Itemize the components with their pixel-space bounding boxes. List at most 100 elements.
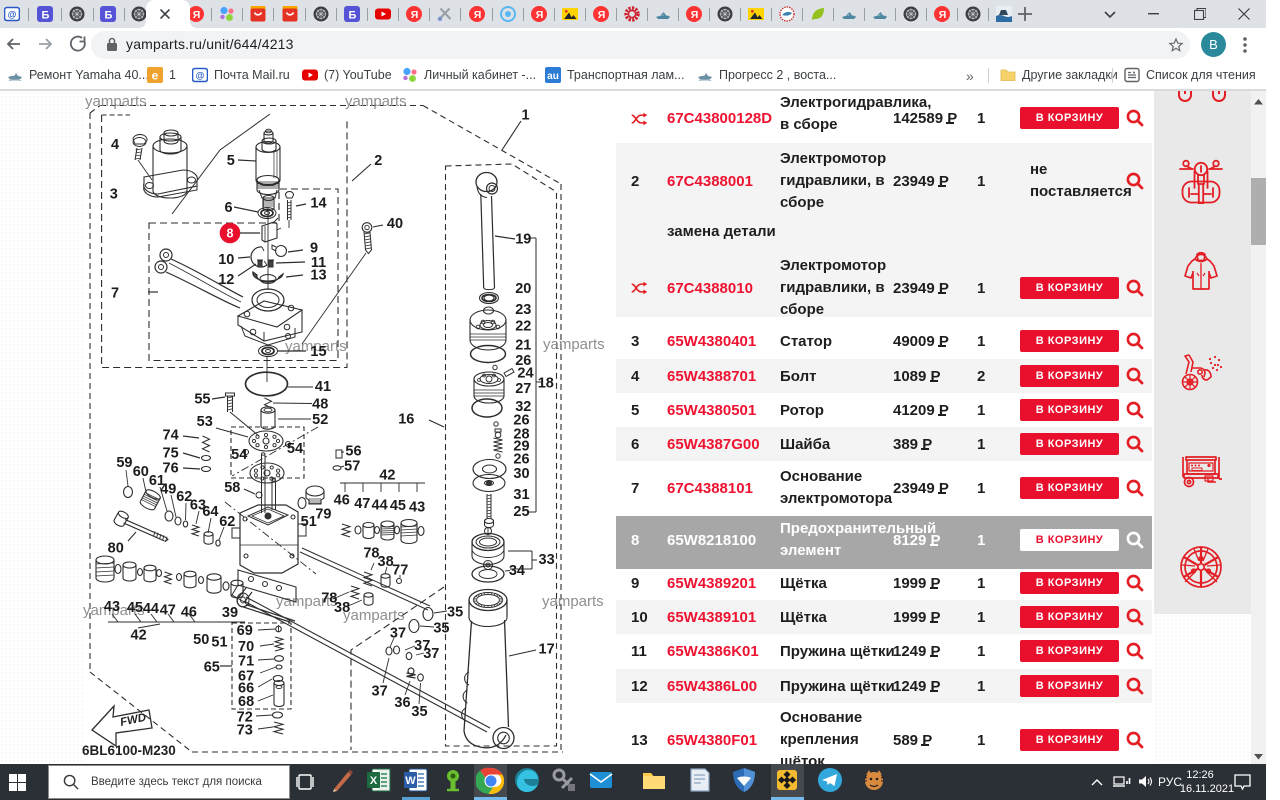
svg-text:Я: Я: [536, 9, 544, 21]
svg-text:Б: Б: [349, 10, 357, 22]
svg-text:26: 26: [513, 452, 529, 468]
svg-text:46: 46: [334, 493, 350, 509]
svg-text:45: 45: [127, 600, 143, 616]
svg-text:X: X: [370, 775, 378, 787]
svg-text:35: 35: [433, 620, 449, 636]
svg-text:24: 24: [517, 366, 533, 382]
svg-text:27: 27: [515, 381, 531, 397]
svg-text:10: 10: [218, 252, 234, 268]
svg-text:44: 44: [143, 601, 159, 617]
svg-text:46: 46: [181, 604, 197, 620]
svg-text:33: 33: [539, 552, 555, 568]
svg-text:39: 39: [222, 605, 238, 621]
svg-text:15: 15: [310, 344, 326, 360]
svg-text:54: 54: [287, 441, 303, 457]
svg-text:36: 36: [394, 695, 410, 711]
svg-text:71: 71: [238, 654, 254, 670]
svg-text:43: 43: [409, 500, 425, 516]
svg-text:51: 51: [211, 635, 227, 651]
svg-text:75: 75: [163, 446, 179, 462]
svg-text:14: 14: [310, 196, 326, 212]
svg-text:68: 68: [238, 694, 254, 710]
svg-text:64: 64: [202, 504, 218, 520]
svg-text:@: @: [8, 10, 17, 20]
svg-text:59: 59: [116, 455, 132, 471]
svg-text:45: 45: [390, 498, 406, 514]
svg-text:6: 6: [224, 200, 232, 216]
svg-text:52: 52: [312, 412, 328, 428]
svg-text:69: 69: [237, 623, 253, 639]
svg-text:8: 8: [227, 227, 234, 241]
svg-text:47: 47: [160, 603, 176, 619]
svg-text:40: 40: [387, 216, 403, 232]
svg-text:7: 7: [111, 286, 119, 302]
svg-text:4: 4: [111, 137, 119, 153]
svg-text:54: 54: [231, 447, 247, 463]
svg-text:18: 18: [538, 376, 554, 392]
svg-text:70: 70: [238, 639, 254, 655]
svg-text:30: 30: [513, 466, 529, 482]
svg-text:yamparts: yamparts: [345, 93, 407, 110]
svg-text:yamparts: yamparts: [343, 607, 405, 624]
svg-text:5: 5: [227, 153, 235, 169]
svg-text:3: 3: [110, 187, 118, 203]
svg-text:50: 50: [193, 632, 209, 648]
svg-text:Я: Я: [474, 9, 482, 21]
svg-text:16: 16: [398, 412, 414, 428]
svg-text:49: 49: [160, 481, 176, 497]
svg-text:44: 44: [372, 497, 388, 513]
svg-text:37: 37: [372, 684, 388, 700]
svg-text:41: 41: [315, 379, 331, 395]
svg-text:Я: Я: [939, 9, 947, 21]
svg-text:Я: Я: [598, 9, 606, 21]
svg-text:17: 17: [539, 641, 555, 657]
svg-text:au: au: [547, 71, 559, 82]
svg-text:57: 57: [344, 458, 360, 474]
svg-text:74: 74: [163, 427, 179, 443]
svg-text:Я: Я: [691, 9, 699, 21]
svg-text:55: 55: [194, 391, 210, 407]
svg-text:19: 19: [515, 232, 531, 248]
svg-text:1: 1: [521, 108, 529, 124]
svg-text:6BL6100-M230: 6BL6100-M230: [82, 743, 176, 758]
svg-text:53: 53: [197, 414, 213, 430]
svg-text:65: 65: [204, 660, 220, 676]
svg-text:56: 56: [345, 443, 361, 459]
svg-text:37: 37: [390, 625, 406, 641]
svg-text:yamparts: yamparts: [543, 336, 605, 353]
svg-text:62: 62: [219, 514, 235, 530]
svg-text:47: 47: [354, 496, 370, 512]
svg-text:79: 79: [315, 506, 331, 522]
svg-text:13: 13: [310, 268, 326, 284]
svg-text:yamparts: yamparts: [85, 93, 147, 110]
svg-text:77: 77: [392, 562, 408, 578]
svg-text:42: 42: [379, 468, 395, 484]
svg-text:25: 25: [513, 504, 529, 520]
svg-text:20: 20: [515, 281, 531, 297]
svg-text:60: 60: [133, 464, 149, 480]
svg-text:2: 2: [374, 153, 382, 169]
svg-text:42: 42: [131, 628, 147, 644]
svg-text:W: W: [405, 775, 416, 787]
svg-text:73: 73: [237, 722, 253, 738]
svg-text:35: 35: [447, 604, 463, 620]
svg-text:Б: Б: [105, 10, 113, 22]
svg-text:31: 31: [513, 487, 529, 503]
svg-text:48: 48: [312, 397, 328, 413]
svg-text:35: 35: [411, 704, 427, 720]
svg-text:80: 80: [108, 540, 124, 556]
svg-text:37: 37: [423, 646, 439, 662]
svg-text:@: @: [196, 71, 205, 81]
svg-text:yamparts: yamparts: [542, 593, 604, 610]
svg-text:58: 58: [224, 480, 240, 496]
svg-text:e: e: [152, 69, 159, 83]
svg-text:23: 23: [515, 302, 531, 318]
svg-text:21: 21: [515, 337, 531, 353]
svg-text:Я: Я: [411, 9, 419, 21]
svg-text:22: 22: [515, 318, 531, 334]
svg-text:43: 43: [104, 599, 120, 615]
svg-text:38: 38: [334, 600, 350, 616]
svg-text:12: 12: [218, 272, 234, 288]
svg-text:Б: Б: [42, 10, 50, 22]
svg-text:34: 34: [509, 563, 525, 579]
